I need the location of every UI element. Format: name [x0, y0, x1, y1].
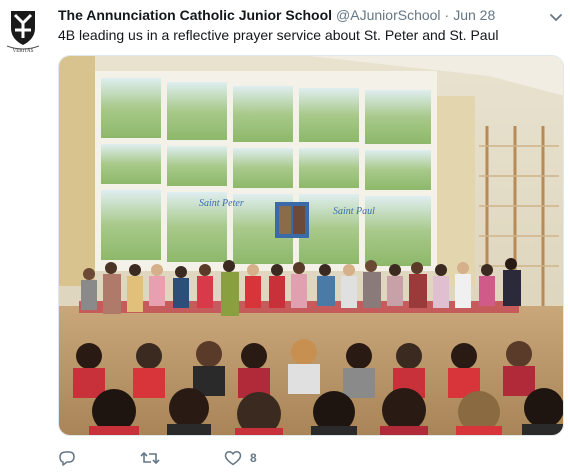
tweet-actions: 8 [58, 448, 321, 468]
svg-text:VERITAS: VERITAS [13, 49, 34, 54]
tweet-date[interactable]: Jun 28 [453, 7, 495, 23]
reply-button[interactable] [58, 450, 76, 466]
like-button[interactable]: 8 [224, 450, 257, 466]
separator-dot: · [444, 7, 450, 23]
chevron-down-icon [550, 14, 562, 22]
tweet-photo[interactable]: Saint Peter Saint Paul [58, 55, 564, 436]
tweet-card[interactable]: VERITAS The Annunciation Catholic Junior… [0, 0, 570, 473]
heart-icon [224, 451, 242, 466]
photo-illustration: Saint Peter Saint Paul [59, 56, 563, 435]
avatar[interactable]: VERITAS [4, 8, 42, 54]
tweet-header: The Annunciation Catholic Junior School … [58, 7, 540, 27]
svg-text:Saint Peter: Saint Peter [199, 198, 244, 209]
retweet-icon [140, 451, 160, 465]
tweet-text: 4B leading us in a reflective prayer ser… [58, 27, 499, 43]
more-options-button[interactable] [549, 10, 563, 22]
author-handle[interactable]: @AJuniorSchool [336, 7, 441, 23]
author-name[interactable]: The Annunciation Catholic Junior School [58, 7, 332, 23]
svg-text:Saint Paul: Saint Paul [333, 206, 375, 217]
retweet-button[interactable] [140, 450, 160, 466]
reply-icon [59, 451, 75, 466]
school-crest-icon: VERITAS [6, 11, 40, 54]
like-count: 8 [250, 451, 257, 465]
